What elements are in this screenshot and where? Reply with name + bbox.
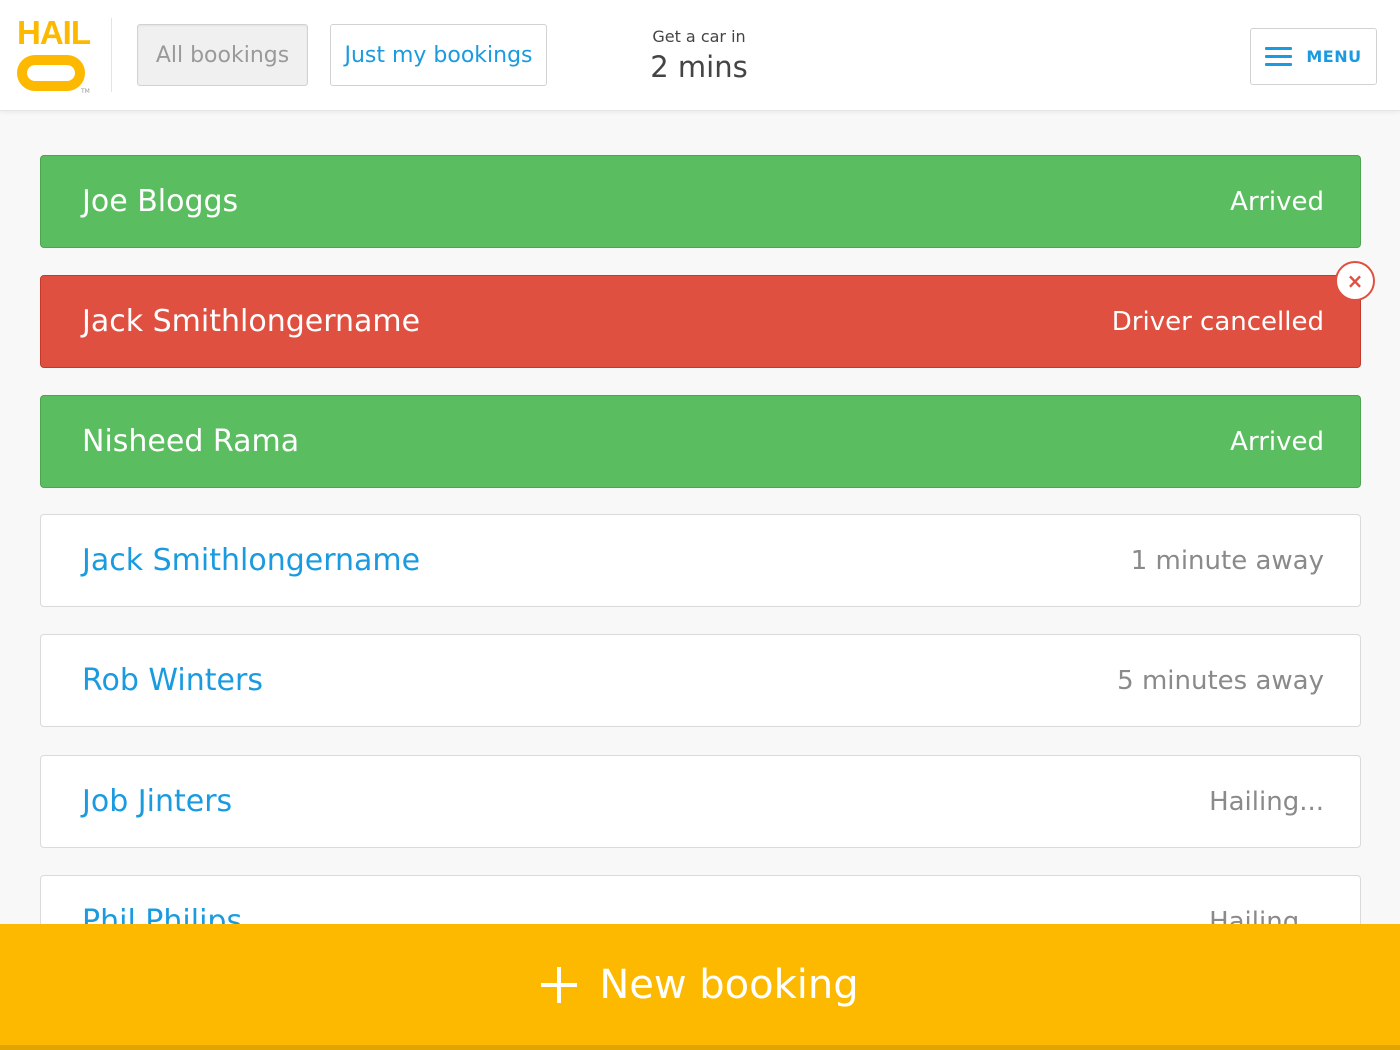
booking-status: 5 minutes away	[1117, 665, 1324, 696]
eta-display: Get a car in 2 mins	[620, 26, 778, 86]
logo-text: HAIL	[17, 14, 91, 51]
booking-card[interactable]: Rob Winters 5 minutes away	[40, 634, 1361, 727]
logo-trademark: TM	[81, 88, 90, 95]
booking-name: Rob Winters	[82, 663, 263, 698]
new-booking-button[interactable]: New booking	[0, 924, 1400, 1050]
header-divider	[111, 18, 112, 92]
booking-status: Arrived	[1230, 186, 1324, 217]
dismiss-cancelled-button[interactable]: ×	[1335, 261, 1375, 301]
close-icon: ×	[1346, 269, 1364, 293]
booking-status: Arrived	[1230, 426, 1324, 457]
logo-oval	[17, 55, 85, 91]
booking-card[interactable]: Jack Smithlongername Driver cancelled	[40, 275, 1361, 368]
eta-value: 2 mins	[650, 50, 748, 84]
eta-label: Get a car in	[652, 27, 746, 46]
booking-status: Hailing...	[1209, 906, 1324, 925]
booking-name: Jack Smithlongername	[82, 304, 421, 339]
booking-status: 1 minute away	[1130, 545, 1324, 576]
booking-card[interactable]: Nisheed Rama Arrived	[40, 395, 1361, 488]
booking-card[interactable]: Joe Bloggs Arrived	[40, 155, 1361, 248]
tab-just-my-bookings[interactable]: Just my bookings	[330, 24, 547, 86]
menu-label: MENU	[1306, 47, 1362, 66]
booking-name: Nisheed Rama	[82, 424, 300, 459]
booking-card[interactable]: Jack Smithlongername 1 minute away	[40, 514, 1361, 607]
booking-status: Hailing...	[1209, 786, 1324, 817]
hailo-logo: HAIL TM	[17, 14, 91, 95]
booking-card[interactable]: Phil Philips Hailing...	[40, 875, 1361, 924]
booking-name: Joe Bloggs	[82, 184, 239, 219]
booking-status: Driver cancelled	[1111, 306, 1324, 337]
hamburger-icon	[1265, 47, 1293, 66]
booking-card[interactable]: Job Jinters Hailing...	[40, 755, 1361, 848]
bookings-list[interactable]: Joe Bloggs Arrived Jack Smithlongername …	[0, 111, 1400, 924]
booking-name: Jack Smithlongername	[82, 543, 421, 578]
plus-icon	[541, 966, 578, 1003]
menu-button[interactable]: MENU	[1250, 28, 1377, 85]
booking-name: Phil Philips	[82, 904, 243, 924]
app-header: HAIL TM All bookings Just my bookings Ge…	[0, 0, 1400, 111]
new-booking-label: New booking	[599, 961, 859, 1008]
tab-all-bookings[interactable]: All bookings	[137, 24, 308, 86]
booking-name: Job Jinters	[82, 784, 233, 819]
